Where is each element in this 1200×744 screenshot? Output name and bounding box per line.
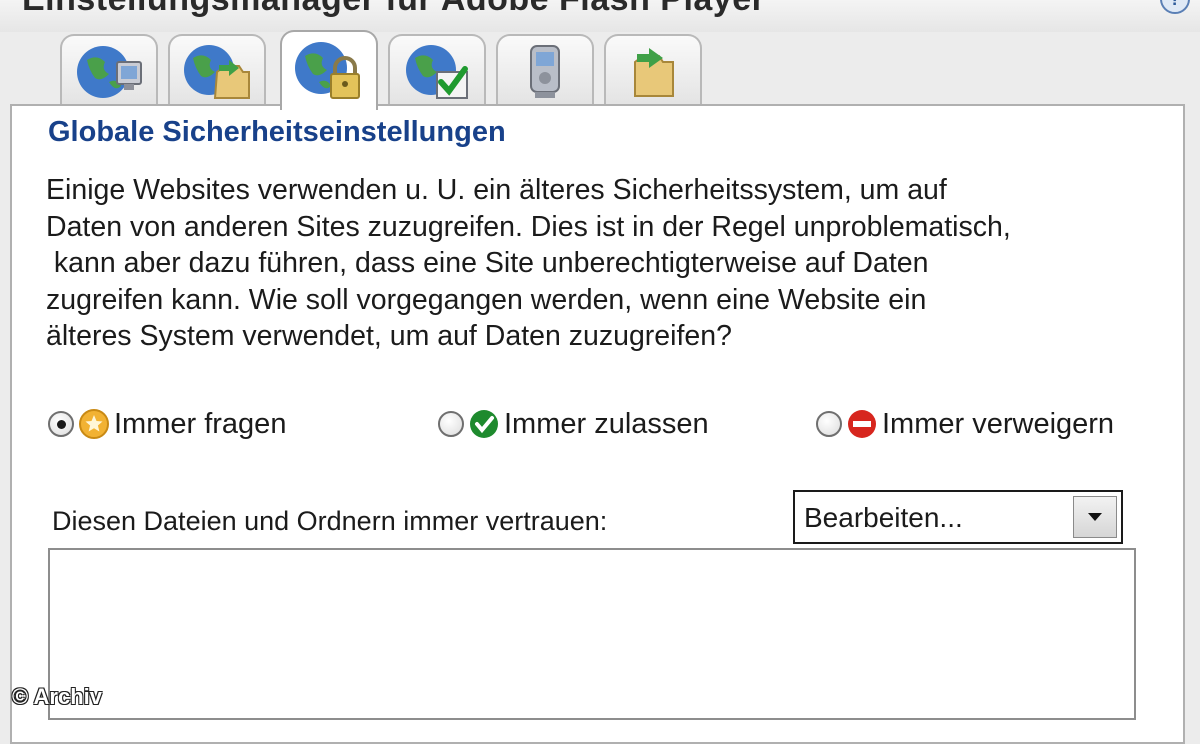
copyright-watermark: © Archiv	[12, 684, 102, 709]
device-icon	[530, 45, 560, 98]
dropdown-value: Bearbeiten...	[804, 502, 963, 533]
tab-privacy-folder[interactable]	[168, 34, 266, 106]
edit-dropdown[interactable]: Bearbeiten...	[793, 490, 1123, 544]
option-always-deny[interactable]: Immer verweigern	[816, 402, 1114, 446]
chevron-down-icon	[1088, 513, 1102, 521]
radio-always-ask[interactable]	[48, 411, 74, 437]
window-title: Einstellungsmanager für Adobe Flash Play…	[22, 0, 765, 19]
tab-device[interactable]	[496, 34, 594, 106]
folder-arrow-icon	[634, 48, 674, 97]
trust-label: Diesen Dateien und Ordnern immer vertrau…	[52, 506, 608, 536]
ask-icon	[79, 409, 109, 439]
description-line: kann aber dazu führen, dass eine Site un…	[46, 247, 929, 279]
section-description: Einige Websites verwenden u. U. ein älte…	[46, 172, 1166, 355]
description-line: älteres System verwendet, um auf Daten z…	[46, 320, 732, 352]
tab-global-security[interactable]	[280, 30, 378, 110]
radio-always-allow[interactable]	[438, 411, 464, 437]
allow-check-icon	[470, 410, 498, 438]
option-always-ask[interactable]: Immer fragen	[48, 402, 286, 446]
option-label: Immer verweigern	[882, 407, 1115, 440]
option-label: Immer fragen	[114, 407, 287, 440]
trusted-locations-list[interactable]	[48, 548, 1136, 720]
dropdown-arrow-button[interactable]	[1073, 496, 1117, 538]
description-line: Daten von anderen Sites zuzugreifen. Die…	[46, 210, 1011, 243]
description-line: zugreifen kann. Wie soll vorgegangen wer…	[46, 283, 927, 316]
title-bar: Einstellungsmanager für Adobe Flash Play…	[0, 0, 1200, 32]
description-line: Einige Websites verwenden u. U. ein älte…	[46, 174, 947, 206]
globe-lock-icon	[295, 42, 360, 99]
globe-monitor-icon	[77, 46, 142, 98]
svg-text:?: ?	[1170, 0, 1181, 9]
globe-folder-icon	[184, 45, 250, 99]
radio-always-deny[interactable]	[816, 411, 842, 437]
tab-storage[interactable]	[60, 34, 158, 106]
section-title: Globale Sicherheitseinstellungen	[48, 116, 506, 148]
option-label: Immer zulassen	[504, 407, 709, 440]
tab-trusted-sites[interactable]	[388, 34, 486, 106]
option-always-allow[interactable]: Immer zulassen	[438, 402, 709, 446]
globe-checkmark-icon	[406, 45, 468, 99]
help-icon[interactable]: ?	[1158, 0, 1192, 16]
deny-icon	[848, 410, 876, 438]
tab-folder-update[interactable]	[604, 34, 702, 106]
